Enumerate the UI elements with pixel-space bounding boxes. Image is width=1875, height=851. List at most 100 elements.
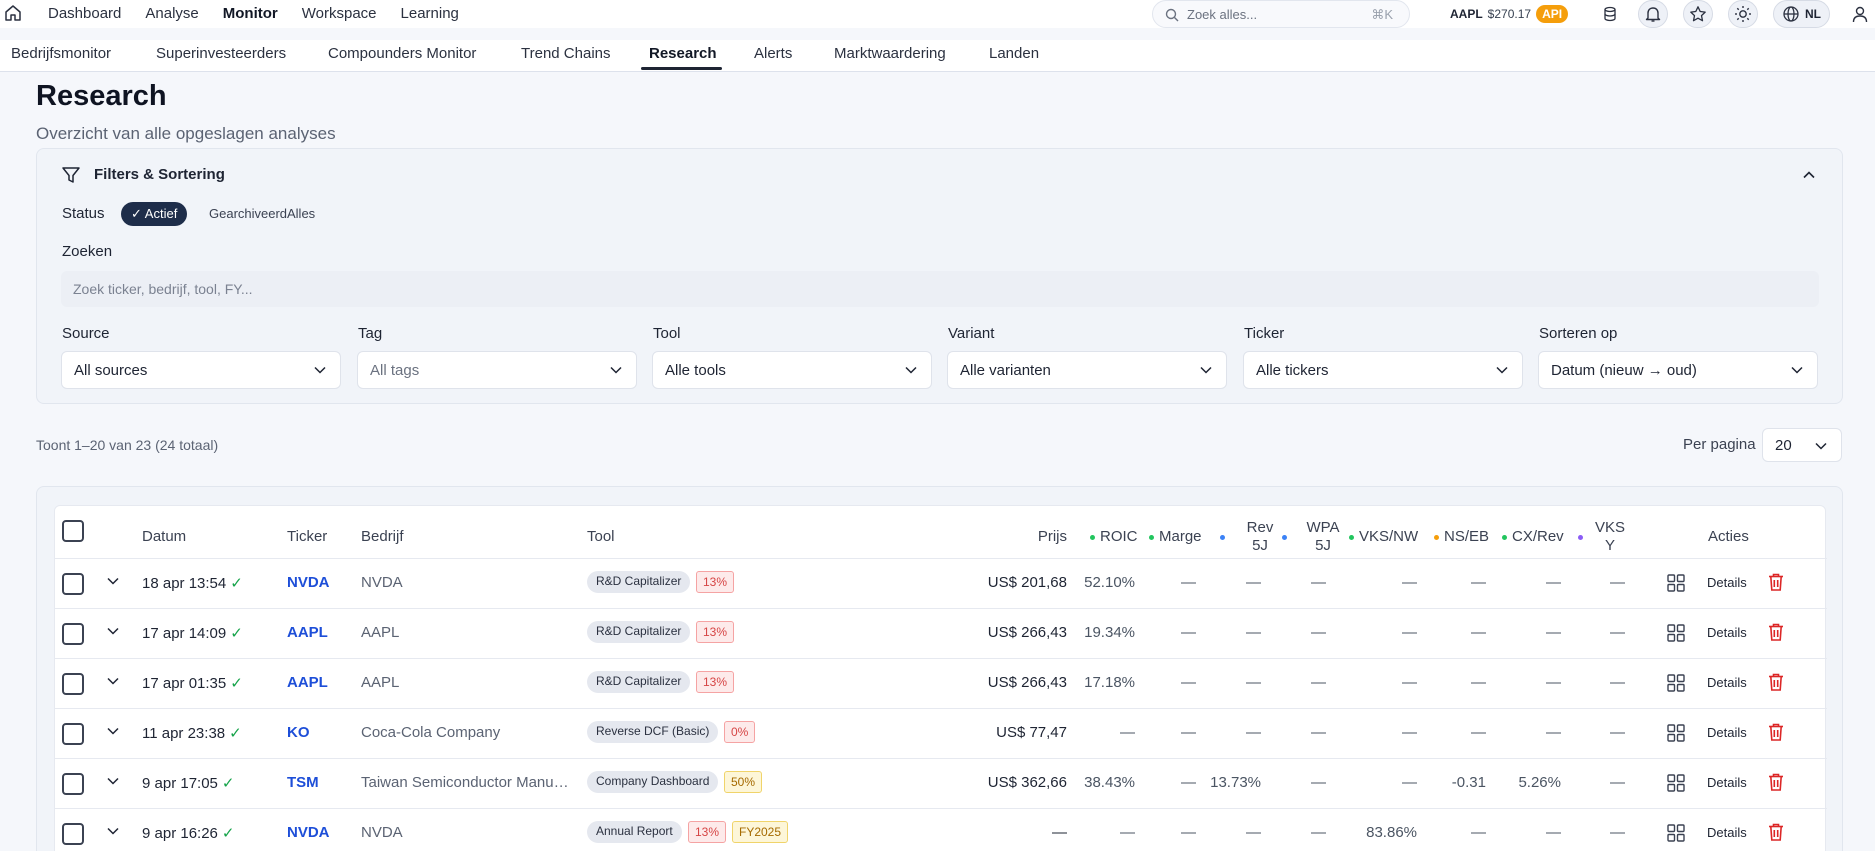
- trash-icon[interactable]: [1767, 722, 1785, 742]
- tab-trend-chains[interactable]: Trend Chains: [521, 45, 611, 62]
- nav-item-workspace[interactable]: Workspace: [302, 4, 377, 24]
- chevron-down-icon[interactable]: [107, 777, 119, 785]
- grid-icon[interactable]: [1666, 623, 1686, 643]
- chevron-down-icon[interactable]: [107, 677, 119, 685]
- grid-icon[interactable]: [1666, 773, 1686, 793]
- language-selector[interactable]: NL: [1773, 0, 1830, 28]
- tab-research[interactable]: Research: [649, 45, 717, 62]
- row-tool-tag[interactable]: R&D Capitalizer: [587, 671, 691, 693]
- table-row[interactable]: 9 apr 17:05 ✓ TSM Taiwan Semiconductor Manu…: [55, 758, 1827, 808]
- research-search-input[interactable]: Zoek ticker, bedrijf, tool, FY...: [61, 271, 1819, 307]
- page-title: Research: [36, 80, 167, 112]
- row-date: 9 apr 16:26 ✓: [142, 824, 234, 842]
- tab-compounders-monitor[interactable]: Compounders Monitor: [328, 45, 476, 62]
- trash-icon[interactable]: [1767, 772, 1785, 792]
- table-row[interactable]: 11 apr 23:38 ✓ KO Coca-Cola Company Reverse …: [55, 708, 1827, 758]
- home-icon[interactable]: [3, 3, 23, 23]
- user-button[interactable]: [1845, 0, 1875, 28]
- row-vks-nw: —: [1402, 574, 1417, 591]
- details-button[interactable]: Details: [1707, 775, 1747, 790]
- row-vks-nw: —: [1402, 674, 1417, 691]
- nav-item-analyse[interactable]: Analyse: [145, 4, 198, 24]
- col-ticker[interactable]: Ticker: [287, 528, 327, 546]
- database-button[interactable]: [1595, 0, 1625, 28]
- row-ns-eb: —: [1471, 624, 1486, 641]
- trash-icon[interactable]: [1767, 572, 1785, 592]
- row-tool-tag[interactable]: R&D Capitalizer: [587, 621, 691, 643]
- tool-select[interactable]: Alle tools: [652, 351, 932, 389]
- nav-item-dashboard[interactable]: Dashboard: [48, 4, 121, 24]
- chevron-down-icon[interactable]: [107, 727, 119, 735]
- chevron-down-icon[interactable]: [107, 577, 119, 585]
- row-checkbox[interactable]: [62, 723, 84, 745]
- details-button[interactable]: Details: [1707, 675, 1747, 690]
- col-roic[interactable]: ROIC: [1090, 528, 1138, 546]
- col-wpa[interactable]: WPA 5J: [1298, 519, 1348, 555]
- col-cx-rev[interactable]: CX/Rev: [1502, 528, 1564, 546]
- grid-icon[interactable]: [1666, 573, 1686, 593]
- trash-icon[interactable]: [1767, 672, 1785, 692]
- col-prijs[interactable]: Prijs: [1015, 528, 1067, 546]
- ticker-quote[interactable]: AAPL $270.17 API: [1450, 5, 1569, 23]
- tab-landen[interactable]: Landen: [989, 45, 1039, 62]
- row-checkbox[interactable]: [62, 773, 84, 795]
- status-option-alles[interactable]: Alles: [277, 202, 325, 226]
- col-bedrijf[interactable]: Bedrijf: [361, 528, 404, 546]
- trash-icon[interactable]: [1767, 822, 1785, 842]
- trash-icon[interactable]: [1767, 622, 1785, 642]
- row-tool-tag[interactable]: Company Dashboard: [587, 771, 719, 793]
- row-date-text: 9 apr 17:05: [142, 775, 218, 792]
- tag-select[interactable]: All tags: [357, 351, 637, 389]
- grid-icon[interactable]: [1666, 723, 1686, 743]
- row-tool-tag[interactable]: R&D Capitalizer: [587, 571, 691, 593]
- tab-bedrijfsmonitor[interactable]: Bedrijfsmonitor: [11, 45, 111, 62]
- grid-icon[interactable]: [1666, 823, 1686, 843]
- table-row[interactable]: 17 apr 14:09 ✓ AAPL AAPL R&D Capitalizer 13% U…: [55, 608, 1827, 658]
- col-rev[interactable]: Rev 5J: [1235, 519, 1285, 555]
- status-option-actief[interactable]: ✓ Actief: [121, 202, 188, 226]
- ticker-select[interactable]: Alle tickers: [1243, 351, 1523, 389]
- table-row[interactable]: 9 apr 16:26 ✓ NVDA NVDA Annual Report 13% FY20…: [55, 808, 1827, 851]
- table-row[interactable]: 18 apr 13:54 ✓ NVDA NVDA R&D Capitalizer 13% U…: [55, 558, 1827, 608]
- details-button[interactable]: Details: [1707, 725, 1747, 740]
- row-checkbox[interactable]: [62, 673, 84, 695]
- chevron-down-icon: [314, 366, 326, 374]
- row-checkbox[interactable]: [62, 573, 84, 595]
- col-marge[interactable]: Marge: [1149, 528, 1202, 546]
- chevron-down-icon[interactable]: [107, 827, 119, 835]
- select-all-checkbox[interactable]: [62, 520, 84, 542]
- col-ns-eb[interactable]: NS/EB: [1434, 528, 1489, 546]
- row-tool-tag[interactable]: Reverse DCF (Basic): [587, 721, 719, 743]
- sorteren-op-select[interactable]: Datum (nieuw → oud): [1538, 351, 1818, 389]
- tab-marktwaardering[interactable]: Marktwaardering: [834, 45, 946, 62]
- col-tool[interactable]: Tool: [587, 528, 615, 546]
- col-vks-y[interactable]: VKS Y: [1590, 519, 1630, 555]
- variant-select[interactable]: Alle varianten: [947, 351, 1227, 389]
- details-button[interactable]: Details: [1707, 625, 1747, 640]
- chevron-down-icon[interactable]: [107, 627, 119, 635]
- theme-toggle-button[interactable]: [1728, 0, 1758, 28]
- details-button[interactable]: Details: [1707, 825, 1747, 840]
- chevron-up-icon[interactable]: [1802, 168, 1816, 182]
- database-icon: [1604, 6, 1616, 22]
- row-tool-tag[interactable]: Annual Report: [587, 821, 682, 843]
- row-date: 11 apr 23:38 ✓: [142, 724, 242, 742]
- source-label: Source: [62, 325, 110, 342]
- row-checkbox[interactable]: [62, 823, 84, 845]
- row-checkbox[interactable]: [62, 623, 84, 645]
- nav-item-monitor[interactable]: Monitor: [223, 4, 278, 24]
- row-ns-eb: -0.31: [1451, 774, 1486, 791]
- per-page-select[interactable]: 20: [1762, 428, 1842, 462]
- tab-superinvesteerders[interactable]: Superinvesteerders: [156, 45, 286, 62]
- table-row[interactable]: 17 apr 01:35 ✓ AAPL AAPL R&D Capitalizer 13% U…: [55, 658, 1827, 708]
- global-search-input[interactable]: Zoek alles... ⌘K: [1152, 0, 1410, 28]
- source-select[interactable]: All sources: [61, 351, 341, 389]
- nav-item-learning[interactable]: Learning: [401, 4, 459, 24]
- col-datum[interactable]: Datum: [142, 528, 186, 546]
- favorites-button[interactable]: [1683, 0, 1713, 28]
- notifications-button[interactable]: [1638, 0, 1668, 28]
- tab-alerts[interactable]: Alerts: [754, 45, 792, 62]
- grid-icon[interactable]: [1666, 673, 1686, 693]
- col-vks-nw[interactable]: VKS/NW: [1349, 528, 1418, 546]
- details-button[interactable]: Details: [1707, 575, 1747, 590]
